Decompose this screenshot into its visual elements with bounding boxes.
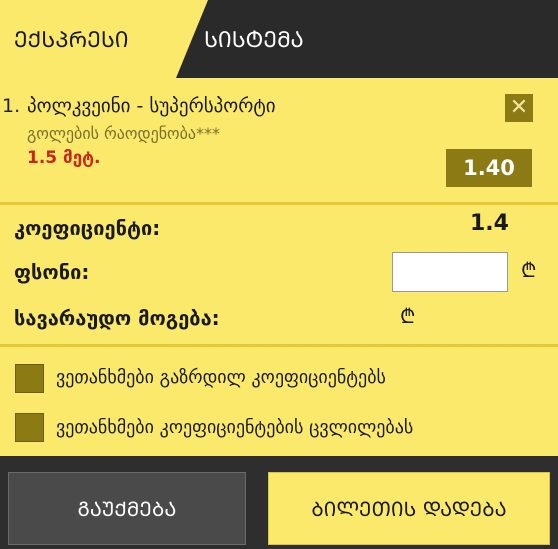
bet-item: 1. პოლკვეინი - სუპერსპორტი გოლების რაოდე… xyxy=(0,78,558,202)
accept-odds-changes-checkbox[interactable] xyxy=(15,413,44,442)
accept-increased-odds-label: ვეთანხმები გაზრდილ კოეფიციენტებს xyxy=(56,367,386,388)
tab-bar: ᲔᲥᲡᲞᲠᲔᲡᲘ ᲡᲘᲡᲢᲔᲛᲐ xyxy=(0,0,558,78)
close-icon[interactable]: ✕ xyxy=(505,94,533,122)
cancel-button-label: ᲒᲐᲣᲥᲛᲔᲑᲐ xyxy=(77,497,177,521)
divider xyxy=(0,202,558,205)
cancel-button[interactable]: ᲒᲐᲣᲥᲛᲔᲑᲐ xyxy=(8,472,246,545)
stake-currency-icon: ₾ xyxy=(521,258,537,282)
stake-input[interactable] xyxy=(392,252,508,292)
bet-odds-badge: 1.40 xyxy=(446,149,532,187)
place-bet-button-label: ᲑᲘᲚᲔᲗᲘᲡ ᲓᲐᲓᲔᲑᲐ xyxy=(311,497,507,521)
coefficient-label: კოეფიციენტი: xyxy=(14,216,161,240)
accept-odds-changes-label: ვეთანხმები კოეფიციენტების ცვლილებას xyxy=(56,417,414,438)
bet-number: 1. xyxy=(2,95,21,117)
bet-event-title: პოლკვეინი - სუპერსპორტი xyxy=(27,95,276,117)
potential-win-label: სავარაუდო მოგება: xyxy=(14,306,220,330)
coefficient-value: 1.4 xyxy=(470,211,509,236)
stake-label: ფსონი: xyxy=(14,260,90,284)
tab-express[interactable]: ᲔᲥᲡᲞᲠᲔᲡᲘ xyxy=(0,0,176,78)
tab-express-label: ᲔᲥᲡᲞᲠᲔᲡᲘ xyxy=(14,27,129,53)
bet-market: გოლების რაოდენობა*** xyxy=(27,124,221,143)
tab-system[interactable]: ᲡᲘᲡᲢᲔᲛᲐ xyxy=(204,0,304,78)
tab-system-label: ᲡᲘᲡᲢᲔᲛᲐ xyxy=(204,27,304,53)
accept-increased-odds-checkbox[interactable] xyxy=(15,364,44,393)
divider xyxy=(0,344,558,347)
bet-selection: 1.5 მეტ. xyxy=(27,148,101,168)
place-bet-button[interactable]: ᲑᲘᲚᲔᲗᲘᲡ ᲓᲐᲓᲔᲑᲐ xyxy=(268,472,550,545)
potential-win-currency-icon: ₾ xyxy=(400,304,416,328)
